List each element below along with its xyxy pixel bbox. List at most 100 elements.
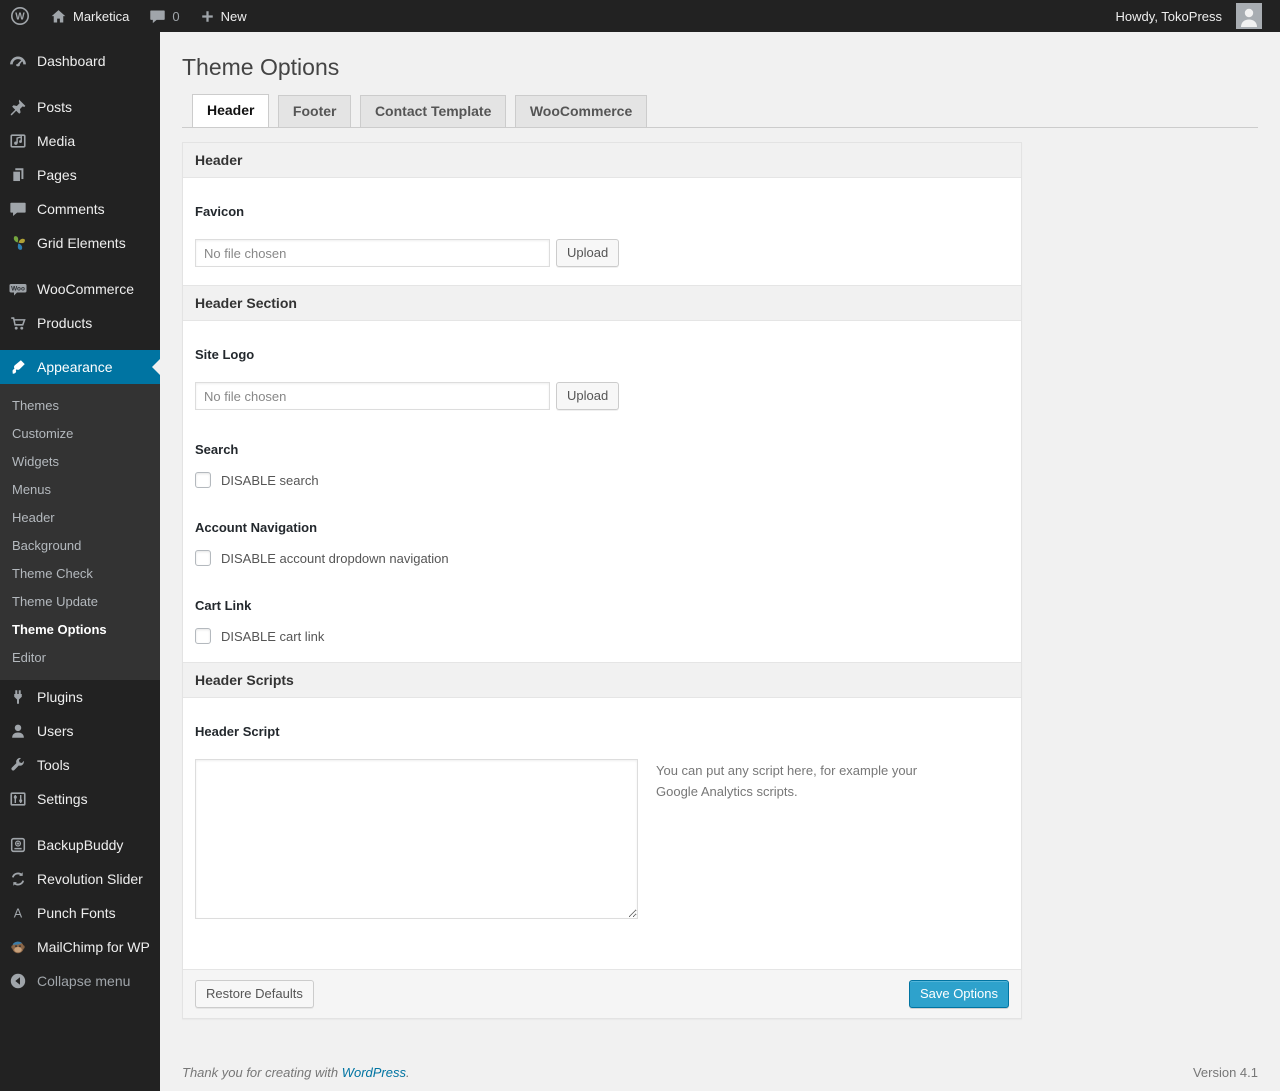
sidebar-item-settings[interactable]: Settings [0, 782, 160, 816]
submenu-item-background[interactable]: Background [0, 531, 160, 559]
tab-woocommerce[interactable]: WooCommerce [514, 95, 648, 127]
admin-sidebar: Dashboard Posts Media Pages Comments Gri… [0, 32, 160, 1091]
sidebar-item-dashboard[interactable]: Dashboard [0, 44, 160, 78]
menu-separator [0, 816, 160, 828]
wordpress-link[interactable]: WordPress [342, 1065, 406, 1080]
mailchimp-monkey-icon [8, 937, 28, 957]
disable-account-row: DISABLE account dropdown navigation [195, 550, 1009, 566]
site-logo-file-input[interactable] [195, 382, 550, 410]
submenu-item-customize[interactable]: Customize [0, 419, 160, 447]
sidebar-item-label: Tools [37, 757, 70, 773]
favicon-label: Favicon [195, 204, 245, 219]
comment-bubble-icon [149, 8, 166, 25]
sidebar-item-media[interactable]: Media [0, 124, 160, 158]
disable-account-checkbox[interactable] [195, 550, 211, 566]
disable-cart-text: DISABLE cart link [221, 628, 325, 644]
site-name-menu[interactable]: Marketica [40, 0, 139, 32]
menu-separator [0, 260, 160, 272]
page-title: Theme Options [182, 54, 340, 80]
main-content: Theme Options Header Footer Contact Temp… [160, 0, 1280, 1080]
sidebar-item-pages[interactable]: Pages [0, 158, 160, 192]
sidebar-item-label: Revolution Slider [37, 871, 143, 887]
sidebar-item-revolution-slider[interactable]: Revolution Slider [0, 862, 160, 896]
new-content-menu[interactable]: New [190, 0, 257, 32]
favicon-file-input[interactable] [195, 239, 550, 267]
submenu-item-themes[interactable]: Themes [0, 391, 160, 419]
section-header-scripts: Header Scripts [183, 662, 1021, 698]
restore-defaults-button[interactable]: Restore Defaults [195, 980, 314, 1008]
sidebar-item-tools[interactable]: Tools [0, 748, 160, 782]
sidebar-item-plugins[interactable]: Plugins [0, 680, 160, 714]
header-script-textarea[interactable] [195, 759, 638, 919]
footer-version: Version 4.1 [1192, 1065, 1258, 1080]
menu-separator [0, 340, 160, 350]
pages-icon [8, 165, 28, 185]
sidebar-item-label: Grid Elements [37, 235, 126, 251]
sidebar-item-users[interactable]: Users [0, 714, 160, 748]
section-body-header: Favicon Upload [183, 178, 1021, 285]
sidebar-item-woocommerce[interactable]: Woo WooCommerce [0, 272, 160, 306]
sidebar-item-mailchimp[interactable]: MailChimp for WP [0, 930, 160, 964]
wordpress-logo-menu[interactable]: W [0, 0, 40, 32]
sidebar-item-label: Collapse menu [37, 973, 131, 989]
submenu-item-theme-check[interactable]: Theme Check [0, 559, 160, 587]
sidebar-item-posts[interactable]: Posts [0, 90, 160, 124]
sidebar-item-label: Punch Fonts [37, 905, 116, 921]
sidebar-item-label: Appearance [37, 359, 113, 375]
sidebar-item-label: MailChimp for WP [37, 939, 150, 955]
sidebar-item-products[interactable]: Products [0, 306, 160, 340]
comments-count: 0 [172, 8, 180, 24]
submenu-item-theme-options[interactable]: Theme Options [0, 615, 160, 643]
submenu-item-theme-update[interactable]: Theme Update [0, 587, 160, 615]
tab-bar: Header Footer Contact Template WooCommer… [182, 94, 1258, 128]
site-logo-upload-button[interactable]: Upload [556, 382, 620, 410]
pin-icon [8, 97, 28, 117]
avatar [1236, 3, 1262, 29]
tab-footer[interactable]: Footer [277, 95, 352, 127]
disable-search-text: DISABLE search [221, 472, 319, 488]
site-logo-upload-row: Upload [195, 382, 1009, 410]
sidebar-item-label: Dashboard [37, 53, 106, 69]
save-options-button[interactable]: Save Options [908, 980, 1009, 1008]
disable-search-row: DISABLE search [195, 472, 1009, 488]
my-account-menu[interactable]: Howdy, TokoPress [1106, 0, 1272, 32]
woocommerce-icon: Woo [8, 279, 28, 299]
admin-bar: W Marketica 0 New Howdy, TokoPress [0, 0, 1280, 32]
sidebar-item-label: Plugins [37, 689, 83, 705]
favicon-upload-row: Upload [195, 239, 1009, 267]
appearance-brush-icon [8, 357, 28, 377]
sidebar-item-appearance[interactable]: Appearance [0, 350, 160, 384]
submenu-item-menus[interactable]: Menus [0, 475, 160, 503]
theme-options-panel: Header Favicon Upload Header Section Sit… [182, 142, 1022, 1019]
header-script-hint: You can put any script here, for example… [656, 763, 918, 799]
cart-icon [8, 313, 28, 333]
section-header-section: Header Section [183, 285, 1021, 321]
submenu-item-widgets[interactable]: Widgets [0, 447, 160, 475]
letter-a-icon: A [8, 903, 28, 923]
grid-elements-icon [8, 233, 28, 253]
sidebar-item-backupbuddy[interactable]: BackupBuddy [0, 828, 160, 862]
sidebar-item-comments[interactable]: Comments [0, 192, 160, 226]
search-label: Search [195, 442, 239, 457]
disable-search-checkbox[interactable] [195, 472, 211, 488]
home-icon [50, 8, 67, 25]
sidebar-item-collapse-menu[interactable]: Collapse menu [0, 964, 160, 998]
sidebar-item-label: BackupBuddy [37, 837, 124, 853]
site-logo-label: Site Logo [195, 347, 255, 362]
disable-cart-checkbox[interactable] [195, 628, 211, 644]
dashboard-icon [8, 51, 28, 71]
submenu-item-header[interactable]: Header [0, 503, 160, 531]
refresh-arrows-icon [8, 869, 28, 889]
section-body-scripts: Header Script You can put any script her… [183, 698, 1021, 969]
tab-header[interactable]: Header [192, 94, 270, 127]
tab-contact-template[interactable]: Contact Template [359, 95, 507, 127]
plus-icon [200, 9, 215, 24]
sidebar-item-grid-elements[interactable]: Grid Elements [0, 226, 160, 260]
disable-account-text: DISABLE account dropdown navigation [221, 550, 449, 566]
comments-menu[interactable]: 0 [139, 0, 189, 32]
favicon-upload-button[interactable]: Upload [556, 239, 620, 267]
sidebar-item-label: WooCommerce [37, 281, 134, 297]
sidebar-item-punch-fonts[interactable]: A Punch Fonts [0, 896, 160, 930]
submenu-item-editor[interactable]: Editor [0, 643, 160, 671]
sidebar-item-label: Media [37, 133, 76, 149]
